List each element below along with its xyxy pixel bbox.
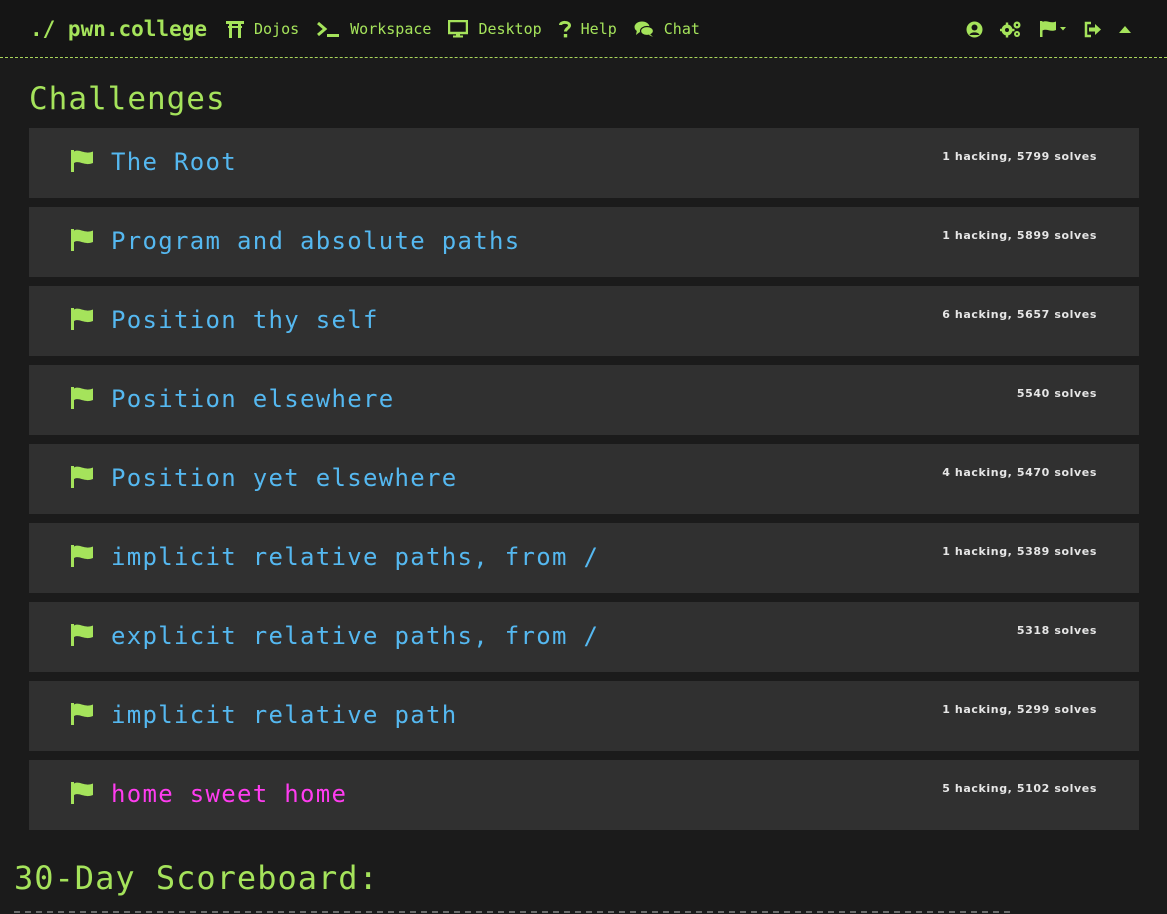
flag-icon — [70, 387, 94, 413]
flag-icon — [70, 150, 94, 176]
challenge-item[interactable]: implicit relative paths, from / 1 hackin… — [29, 523, 1139, 593]
nav-link-desktop[interactable]: Desktop — [448, 18, 542, 40]
flag-icon — [70, 466, 94, 492]
challenge-title[interactable]: Program and absolute paths — [111, 225, 520, 257]
monitor-icon — [448, 18, 469, 40]
scoreboard-title: 30-Day Scoreboard: — [14, 859, 379, 897]
user-circle-icon[interactable] — [966, 18, 983, 40]
question-icon — [558, 18, 571, 40]
flag-dropdown-icon[interactable] — [1039, 18, 1067, 40]
nav-link-workspace[interactable]: Workspace — [316, 18, 431, 40]
flag-icon — [70, 308, 94, 334]
challenge-title[interactable]: Position yet elsewhere — [111, 462, 457, 494]
challenge-title[interactable]: The Root — [111, 146, 237, 178]
torii-icon — [226, 18, 244, 40]
page-title: Challenges — [29, 81, 226, 117]
terminal-icon — [316, 18, 340, 40]
challenge-list: The Root 1 hacking, 5799 solves Program … — [29, 128, 1139, 839]
top-navbar: ./ pwn.college Dojos Workspace Desktop H… — [0, 0, 1167, 58]
nav-link-label: Chat — [663, 20, 700, 38]
challenge-item[interactable]: Position yet elsewhere 4 hacking, 5470 s… — [29, 444, 1139, 514]
nav-link-chat[interactable]: Chat — [634, 18, 700, 40]
nav-link-help[interactable]: Help — [558, 18, 617, 40]
challenge-item[interactable]: explicit relative paths, from / 5318 sol… — [29, 602, 1139, 672]
challenge-title[interactable]: Position elsewhere — [111, 383, 395, 415]
challenge-item[interactable]: implicit relative path 1 hacking, 5299 s… — [29, 681, 1139, 751]
flag-icon — [70, 782, 94, 808]
nav-link-label: Help — [580, 20, 617, 38]
challenge-title[interactable]: Position thy self — [111, 304, 379, 336]
brand-logo[interactable]: ./ pwn.college — [30, 16, 207, 42]
nav-link-label: Desktop — [478, 20, 542, 38]
nav-link-label: Dojos — [254, 20, 300, 38]
challenge-stats: 6 hacking, 5657 solves — [942, 308, 1097, 321]
challenge-stats: 1 hacking, 5899 solves — [942, 229, 1097, 242]
challenge-title[interactable]: explicit relative paths, from / — [111, 620, 599, 652]
challenge-stats: 5540 solves — [1016, 387, 1097, 400]
challenge-item[interactable]: Program and absolute paths 1 hacking, 58… — [29, 207, 1139, 277]
challenge-stats: 5 hacking, 5102 solves — [942, 782, 1097, 795]
nav-links: Dojos Workspace Desktop Help Chat — [226, 18, 717, 40]
challenge-item-active[interactable]: home sweet home 5 hacking, 5102 solves — [29, 760, 1139, 830]
flag-icon — [70, 703, 94, 729]
nav-link-dojos[interactable]: Dojos — [226, 18, 299, 40]
logout-icon[interactable] — [1084, 18, 1102, 40]
challenge-stats: 1 hacking, 5389 solves — [942, 545, 1097, 558]
challenge-item[interactable]: Position thy self 6 hacking, 5657 solves — [29, 286, 1139, 356]
flag-icon — [70, 545, 94, 571]
challenge-title[interactable]: home sweet home — [111, 778, 347, 810]
challenge-item[interactable]: Position elsewhere 5540 solves — [29, 365, 1139, 435]
cogs-icon[interactable] — [1000, 18, 1022, 40]
nav-user-controls — [949, 18, 1131, 40]
challenge-stats: 4 hacking, 5470 solves — [942, 466, 1097, 479]
challenge-title[interactable]: implicit relative paths, from / — [111, 541, 599, 573]
scoreboard-text-cutoff — [14, 906, 1014, 914]
challenge-stats: 5318 solves — [1016, 624, 1097, 637]
challenge-title[interactable]: implicit relative path — [111, 699, 457, 731]
challenge-stats: 1 hacking, 5799 solves — [942, 150, 1097, 163]
challenge-stats: 1 hacking, 5299 solves — [942, 703, 1097, 716]
nav-link-label: Workspace — [350, 20, 432, 38]
chat-icon — [634, 18, 654, 40]
flag-icon — [70, 229, 94, 255]
challenge-item[interactable]: The Root 1 hacking, 5799 solves — [29, 128, 1139, 198]
caret-up-icon[interactable] — [1119, 18, 1131, 40]
flag-icon — [70, 624, 94, 650]
